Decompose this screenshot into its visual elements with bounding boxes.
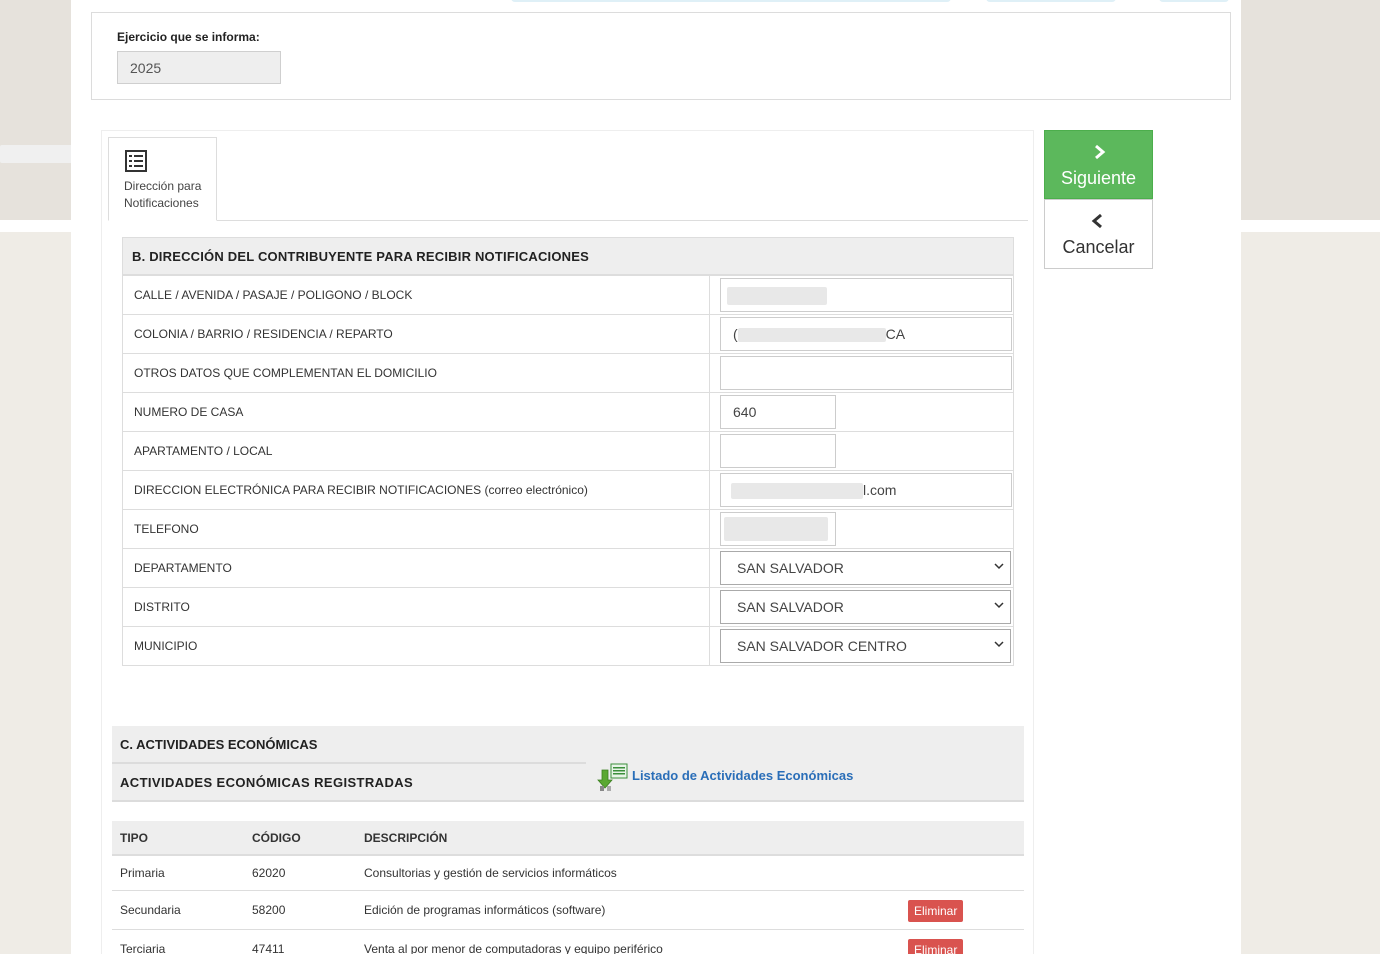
chevron-down-icon xyxy=(994,602,1004,609)
cell-actions: Eliminar xyxy=(900,890,1024,930)
activities-header-row: TIPO CÓDIGO DESCRIPCIÓN xyxy=(112,821,1024,856)
section-b-title: B. DIRECCIÓN DEL CONTRIBUYENTE PARA RECI… xyxy=(122,237,1014,275)
otros-datos-input[interactable] xyxy=(720,356,1012,390)
cell-codigo: 47411 xyxy=(244,929,356,954)
chevron-down-icon xyxy=(994,563,1004,570)
address-row-municipio: MUNICIPIO SAN SALVADOR CENTRO xyxy=(122,626,1014,666)
nav-pill[interactable] xyxy=(1159,0,1229,2)
cell-codigo: 62020 xyxy=(244,855,356,891)
chevron-left-icon xyxy=(1091,213,1102,229)
apartamento-label: APARTAMENTO / LOCAL xyxy=(122,431,710,471)
municipio-selected: SAN SALVADOR CENTRO xyxy=(737,638,907,654)
delete-button[interactable]: Eliminar xyxy=(908,939,964,954)
redacted-text xyxy=(724,517,828,541)
colonia-input[interactable]: ( CA xyxy=(720,317,1012,351)
cell-tipo: Primaria xyxy=(112,855,244,891)
page-container: Ejercicio que se informa: 2025 Dirección… xyxy=(71,0,1241,954)
next-button-label: Siguiente xyxy=(1060,168,1137,188)
address-row-otros: OTROS DATOS QUE COMPLEMENTAN EL DOMICILI… xyxy=(122,353,1014,393)
cancel-button[interactable]: Cancelar xyxy=(1044,199,1153,269)
cell-tipo: Terciaria xyxy=(112,929,244,954)
colonia-label: COLONIA / BARRIO / RESIDENCIA / REPARTO xyxy=(122,314,710,354)
cell-descripcion: Edición de programas informáticos (softw… xyxy=(356,890,900,930)
exercise-label: Ejercicio que se informa: xyxy=(117,30,260,44)
address-row-telefono: TELEFONO xyxy=(122,509,1014,549)
exercise-panel: Ejercicio que se informa: 2025 xyxy=(91,12,1231,100)
email-input[interactable]: l.com xyxy=(720,473,1012,507)
municipio-select[interactable]: SAN SALVADOR CENTRO xyxy=(720,629,1011,663)
telefono-input[interactable] xyxy=(720,512,836,546)
address-row-distrito: DISTRITO SAN SALVADOR xyxy=(122,587,1014,627)
distrito-selected: SAN SALVADOR xyxy=(737,599,844,615)
col-descripcion: DESCRIPCIÓN xyxy=(356,821,900,856)
address-row-departamento: DEPARTAMENTO SAN SALVADOR xyxy=(122,548,1014,588)
cell-descripcion: Venta al por menor de computadoras y equ… xyxy=(356,929,900,954)
tab-divider xyxy=(108,220,1028,221)
exercise-year-field: 2025 xyxy=(117,51,281,84)
email-value-end: l.com xyxy=(863,482,897,498)
table-row: Secundaria 58200 Edición de programas in… xyxy=(112,890,1024,930)
address-row-numero-casa: NUMERO DE CASA 640 xyxy=(122,392,1014,432)
download-excel-icon xyxy=(597,763,628,791)
activities-table: TIPO CÓDIGO DESCRIPCIÓN Primaria 62020 C… xyxy=(112,821,1024,954)
cancel-button-label: Cancelar xyxy=(1062,237,1135,257)
table-row: Terciaria 47411 Venta al por menor de co… xyxy=(112,929,1024,954)
cell-codigo: 58200 xyxy=(244,890,356,930)
cell-actions xyxy=(900,855,1024,891)
address-table: CALLE / AVENIDA / PASAJE / POLIGONO / BL… xyxy=(122,275,1014,666)
tab-label-line2: Notificaciones xyxy=(124,196,199,210)
departamento-label: DEPARTAMENTO xyxy=(122,548,710,588)
cell-descripcion: Consultorias y gestión de servicios info… xyxy=(356,855,900,891)
tab-label: Dirección para Notificaciones xyxy=(124,178,201,212)
departamento-select[interactable]: SAN SALVADOR xyxy=(720,551,1011,585)
otros-datos-label: OTROS DATOS QUE COMPLEMENTAN EL DOMICILI… xyxy=(122,353,710,393)
address-row-apartamento: APARTAMENTO / LOCAL xyxy=(122,431,1014,471)
section-c-subtitle: ACTIVIDADES ECONÓMICAS REGISTRADAS xyxy=(120,775,414,790)
numero-casa-label: NUMERO DE CASA xyxy=(122,392,710,432)
apartamento-input[interactable] xyxy=(720,434,836,468)
email-label-text: DIRECCION ELECTRÓNICA PARA RECIBIR NOTIF… xyxy=(134,483,482,497)
calle-input[interactable] xyxy=(720,278,1012,312)
address-row-calle: CALLE / AVENIDA / PASAJE / POLIGONO / BL… xyxy=(122,275,1014,315)
chevron-right-icon xyxy=(1095,144,1106,160)
col-tipo: TIPO xyxy=(112,821,244,856)
next-button[interactable]: Siguiente xyxy=(1044,130,1153,199)
redacted-text xyxy=(727,287,827,306)
listado-actividades-link[interactable]: Listado de Actividades Económicas xyxy=(632,768,853,783)
calle-label: CALLE / AVENIDA / PASAJE / POLIGONO / BL… xyxy=(122,275,710,315)
col-actions xyxy=(900,821,1024,856)
section-c-bottom-line xyxy=(112,800,1024,802)
redacted-text xyxy=(731,483,863,500)
colonia-value-start: ( xyxy=(733,326,738,342)
municipio-label: MUNICIPIO xyxy=(122,626,710,666)
cell-tipo: Secundaria xyxy=(112,890,244,930)
section-c-title: C. ACTIVIDADES ECONÓMICAS xyxy=(120,737,318,752)
distrito-select[interactable]: SAN SALVADOR xyxy=(720,590,1011,624)
list-icon xyxy=(125,150,147,172)
colonia-value-end: CA xyxy=(885,326,906,342)
nav-pill[interactable] xyxy=(511,0,951,2)
section-c-header: C. ACTIVIDADES ECONÓMICAS ACTIVIDADES EC… xyxy=(112,726,1024,802)
email-label-note: (correo electrónico) xyxy=(484,483,588,497)
col-codigo: CÓDIGO xyxy=(244,821,356,856)
address-row-colonia: COLONIA / BARRIO / RESIDENCIA / REPARTO … xyxy=(122,314,1014,354)
nav-pill[interactable] xyxy=(986,0,1116,2)
email-label: DIRECCION ELECTRÓNICA PARA RECIBIR NOTIF… xyxy=(122,470,710,510)
numero-casa-input[interactable]: 640 xyxy=(720,395,836,429)
address-row-email: DIRECCION ELECTRÓNICA PARA RECIBIR NOTIF… xyxy=(122,470,1014,510)
redacted-text xyxy=(737,328,886,343)
cell-actions: Eliminar xyxy=(900,929,1024,954)
telefono-label: TELEFONO xyxy=(122,509,710,549)
tab-label-line1: Dirección para xyxy=(124,179,202,193)
delete-button[interactable]: Eliminar xyxy=(908,900,964,922)
chevron-down-icon xyxy=(994,641,1004,648)
distrito-label: DISTRITO xyxy=(122,587,710,627)
tab-direccion-notificaciones[interactable]: Dirección para Notificaciones xyxy=(108,137,217,221)
table-row: Primaria 62020 Consultorias y gestión de… xyxy=(112,855,1024,891)
section-c-divider xyxy=(112,762,586,764)
main-form-panel: Dirección para Notificaciones B. DIRECCI… xyxy=(101,130,1034,954)
departamento-selected: SAN SALVADOR xyxy=(737,560,844,576)
